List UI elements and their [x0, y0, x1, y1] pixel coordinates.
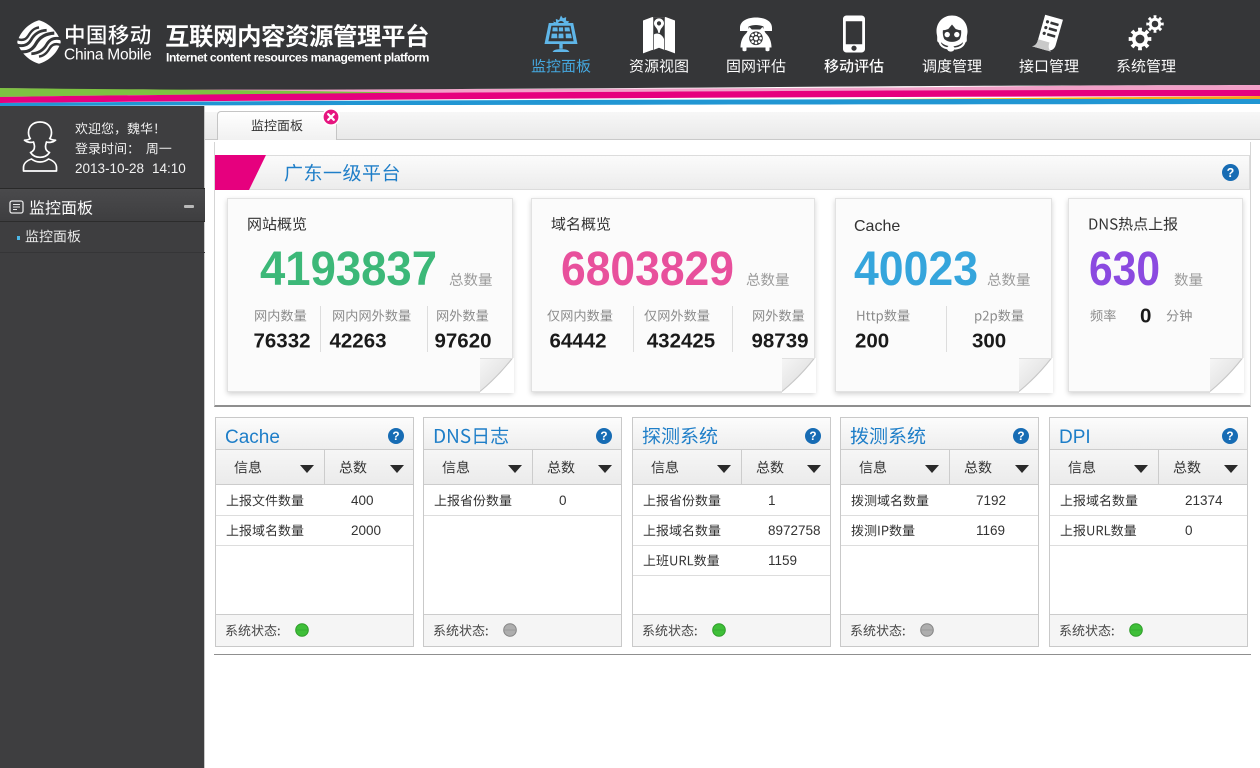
svg-text:2000: 2000	[351, 523, 381, 538]
svg-text:Internet content resources man: Internet content resources management pl…	[166, 51, 429, 65]
svg-text:0: 0	[1185, 523, 1193, 538]
svg-text:4193837: 4193837	[260, 242, 437, 296]
svg-text:1: 1	[768, 493, 776, 508]
svg-text:0: 0	[559, 493, 567, 508]
svg-text:1159: 1159	[768, 553, 797, 568]
svg-text:40023: 40023	[854, 242, 978, 296]
svg-text:21374: 21374	[1185, 493, 1223, 508]
svg-text:7192: 7192	[976, 493, 1006, 508]
svg-text:6803829: 6803829	[561, 242, 734, 296]
svg-text:?: ?	[809, 429, 816, 443]
svg-text:DPI: DPI	[1059, 427, 1091, 448]
svg-text:China Mobile: China Mobile	[64, 47, 151, 64]
svg-text:630: 630	[1089, 242, 1160, 296]
svg-text:0: 0	[1140, 304, 1151, 327]
svg-text:2013-10-28: 2013-10-28	[75, 161, 144, 176]
svg-text:Cache: Cache	[225, 427, 280, 448]
svg-text:14:10: 14:10	[152, 161, 186, 176]
svg-text:?: ?	[1018, 429, 1025, 443]
svg-text:98739: 98739	[751, 330, 808, 353]
svg-text:1169: 1169	[976, 523, 1005, 538]
svg-text:400: 400	[351, 493, 374, 508]
svg-text:300: 300	[972, 330, 1006, 353]
svg-text:200: 200	[855, 330, 889, 353]
svg-text:8972758: 8972758	[768, 523, 821, 538]
svg-text:?: ?	[1227, 165, 1235, 179]
